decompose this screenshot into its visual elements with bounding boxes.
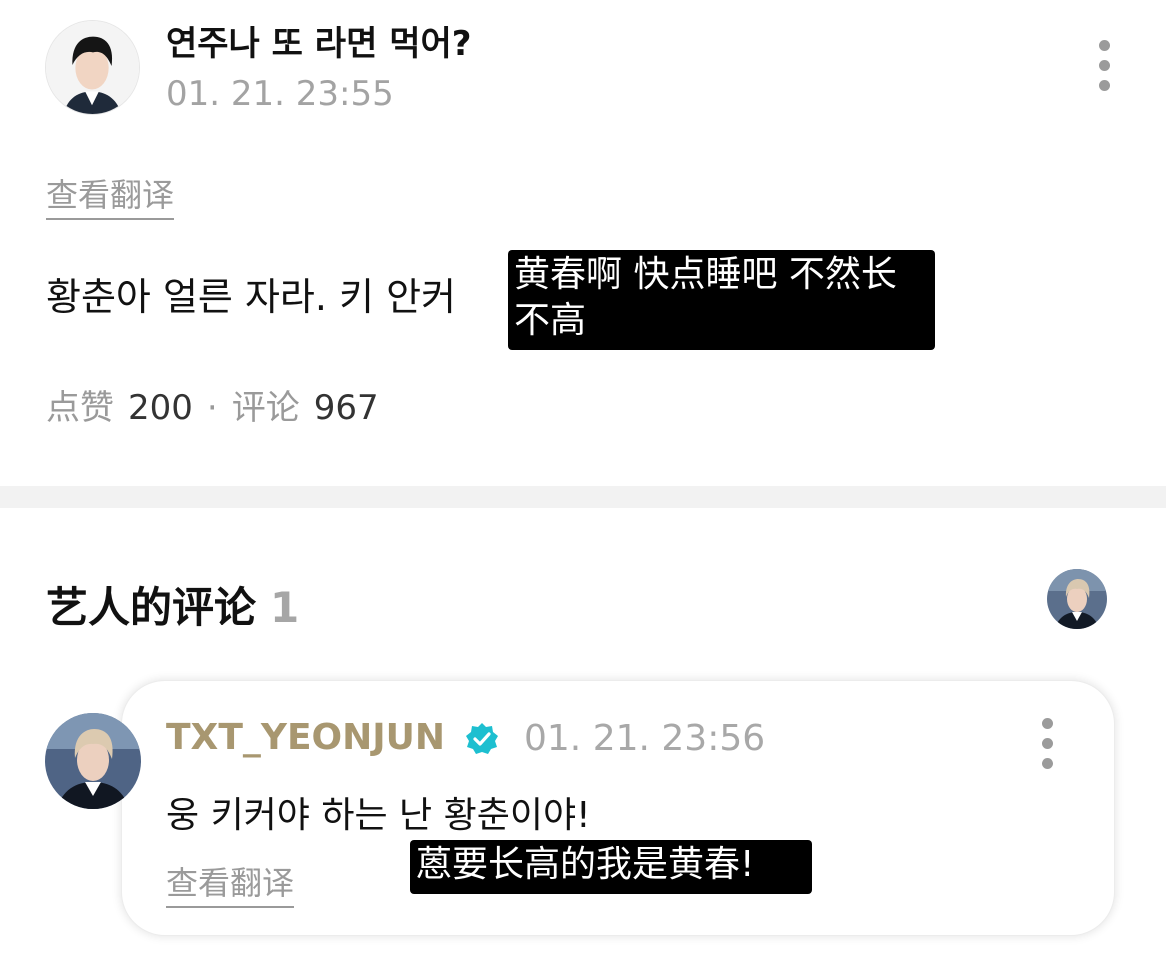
post-translate-link[interactable]: 查看翻译 bbox=[46, 170, 175, 220]
comment-caption-overlay: 蒽要长高的我是黄春! bbox=[410, 840, 812, 894]
artist-avatar-small[interactable] bbox=[1047, 569, 1107, 629]
likes-count: 200 bbox=[128, 388, 193, 428]
comment-timestamp: 01. 21. 23:56 bbox=[524, 718, 766, 759]
section-divider bbox=[0, 486, 1166, 508]
comment-translate-link[interactable]: 查看翻译 bbox=[166, 858, 295, 908]
comment-author-name[interactable]: TXT_YEONJUN bbox=[166, 717, 445, 758]
comments-label[interactable]: 评论 bbox=[232, 388, 300, 428]
post-author-avatar[interactable] bbox=[45, 20, 140, 115]
post-stats: 点赞 200 · 评论 967 bbox=[46, 380, 379, 429]
artist-comments-heading: 艺人的评论 1 bbox=[46, 574, 299, 635]
verified-badge-icon bbox=[466, 723, 498, 754]
comment-more-icon[interactable] bbox=[1035, 718, 1059, 778]
likes-label[interactable]: 点赞 bbox=[46, 388, 114, 428]
post-more-icon[interactable] bbox=[1092, 40, 1116, 100]
post-body-text: 황춘아 얼른 자라. 키 안커 bbox=[46, 275, 456, 319]
artist-comments-title: 艺人的评论 bbox=[46, 583, 257, 632]
comment-author-avatar[interactable] bbox=[45, 713, 141, 809]
artist-comments-count: 1 bbox=[270, 583, 300, 632]
post-timestamp: 01. 21. 23:55 bbox=[166, 74, 394, 114]
post-section: 연주나 또 라면 먹어? 01. 21. 23:55 查看翻译 황춘아 얼른 자… bbox=[0, 0, 1166, 486]
post-title: 연주나 또 라면 먹어? bbox=[166, 24, 472, 64]
stats-separator: · bbox=[206, 388, 218, 428]
comment-body-text: 웅 키커야 하는 난 황춘이야! bbox=[166, 795, 591, 836]
comments-count: 967 bbox=[313, 388, 379, 428]
post-caption-overlay: 黄春啊 快点睡吧 不然长不高 bbox=[508, 250, 935, 350]
